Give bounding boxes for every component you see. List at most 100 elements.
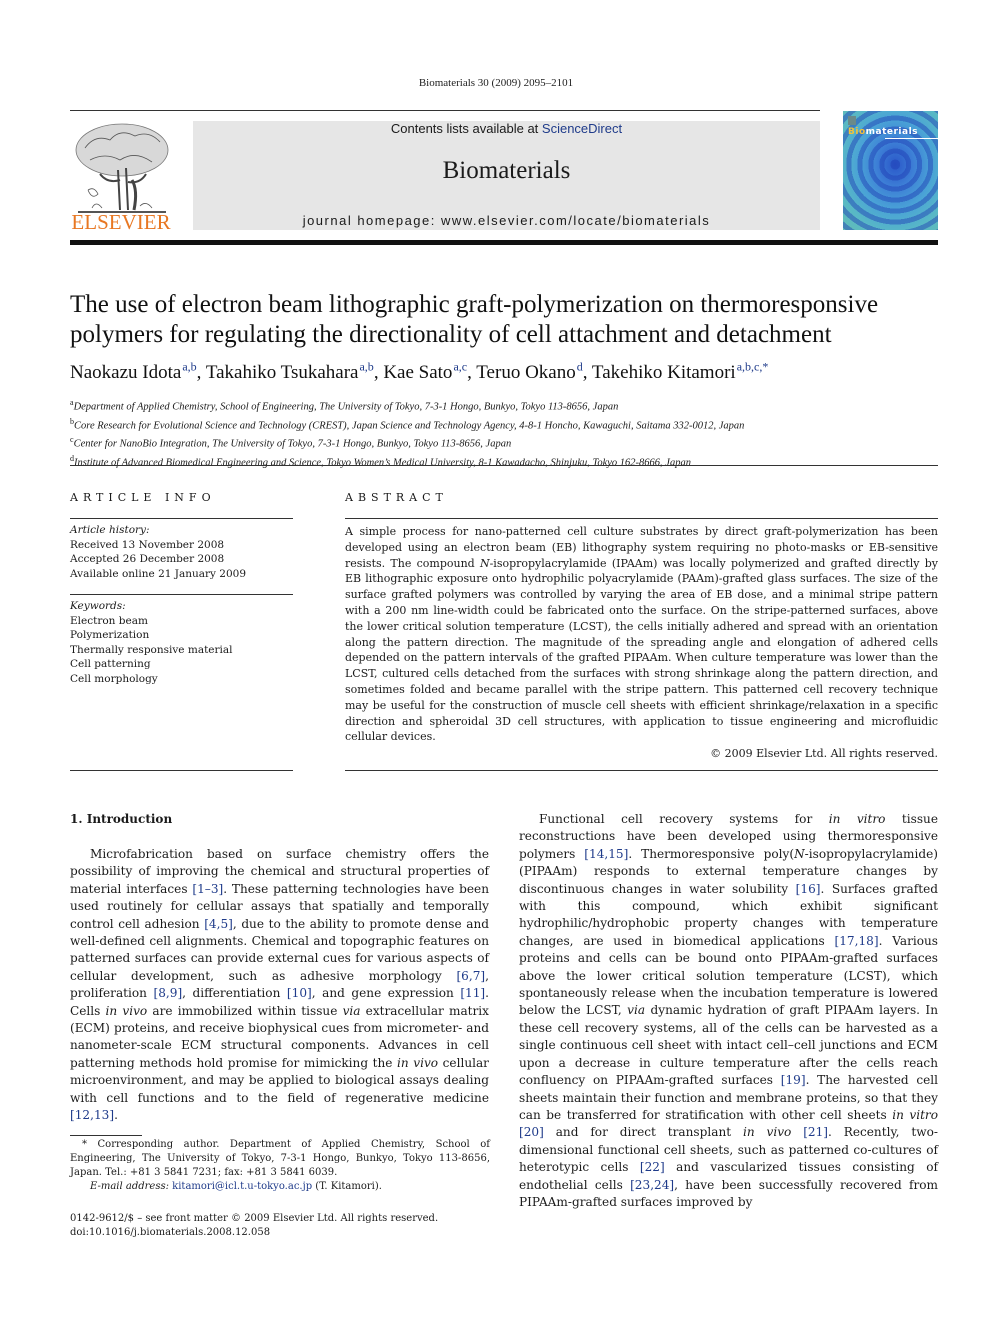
email-label: E-mail address: <box>90 1181 169 1192</box>
body-text: , and gene expression <box>311 986 461 1001</box>
journal-name: Biomaterials <box>442 157 571 184</box>
keyword: Cell morphology <box>70 672 158 685</box>
italic-text: in vivo <box>742 1125 792 1140</box>
abstract-part: -isopropylacrylamide (IPAAm) was locally… <box>345 556 939 744</box>
email-line: E-mail address: kitamori@icl.t.u-tokyo.a… <box>70 1180 490 1194</box>
running-head: Biomaterials 30 (2009) 2095–2101 <box>418 77 574 89</box>
abstract-heading: ABSTRACT <box>345 491 448 504</box>
body-text: are immobilized within tissue <box>147 1003 343 1018</box>
contents-line: Contents lists available at ScienceDirec… <box>193 121 820 137</box>
footnote-rule <box>70 1135 142 1136</box>
author[interactable]: Takahiko Tsukahara <box>206 362 359 383</box>
citation-link[interactable]: [20] <box>519 1125 544 1139</box>
author[interactable]: Teruo Okano <box>476 362 575 383</box>
body-text: . Thermoresponsive poly( <box>628 846 795 861</box>
citation-link[interactable]: [23,24] <box>630 1178 674 1192</box>
keywords-label: Keywords: <box>70 600 126 612</box>
author[interactable]: Naokazu Idota <box>70 362 181 383</box>
abstract-bottom-rule <box>345 770 938 771</box>
corresponding-author-text: * Corresponding author. Department of Ap… <box>70 1139 490 1178</box>
cover-title-rest: materials <box>865 127 919 137</box>
italic-text: in vitro <box>892 1107 938 1122</box>
affiliation-text: Core Research for Evolutional Science an… <box>74 420 745 431</box>
author-affiliation-marks[interactable]: a,c <box>453 360 467 374</box>
citation-link[interactable]: [16] <box>796 882 821 896</box>
keywords-rule <box>70 594 293 595</box>
cover-rule <box>885 138 938 139</box>
author-affiliation-marks[interactable]: a,b <box>182 360 196 374</box>
citation-link[interactable]: [11] <box>460 986 485 1000</box>
history-entry: Accepted 26 December 2008 <box>70 553 225 565</box>
section-heading-introduction: 1. Introduction <box>70 812 173 826</box>
history-entry: Available online 21 January 2009 <box>70 567 247 580</box>
italic-text: in vivo <box>397 1055 439 1070</box>
citation-link[interactable]: [21] <box>803 1125 828 1139</box>
affiliation-text: Center for NanoBio Integration, The Univ… <box>73 438 512 450</box>
affiliation-text: Department of Applied Chemistry, School … <box>73 401 619 413</box>
citation-link[interactable]: [12,13] <box>70 1108 114 1122</box>
article-info-rule <box>70 518 293 519</box>
doi-link[interactable]: doi:10.1016/j.biomaterials.2008.12.058 <box>70 1226 438 1240</box>
author-affiliation-marks[interactable]: d <box>577 360 583 374</box>
masthead-thick-rule <box>70 240 938 245</box>
citation-link[interactable]: [22] <box>640 1160 665 1174</box>
citation-link[interactable]: [6,7] <box>456 969 485 983</box>
email-suffix: (T. Kitamori). <box>312 1181 382 1192</box>
history-entry: Received 13 November 2008 <box>70 538 225 551</box>
intro-right-column: Functional cell recovery systems for in … <box>519 811 938 1211</box>
keyword: Cell patterning <box>70 658 151 670</box>
journal-cover-image: Biomaterials <box>843 111 938 230</box>
citation-link[interactable]: [14,15] <box>584 847 628 861</box>
affiliation: cCenter for NanoBio Integration, The Uni… <box>70 433 744 452</box>
keywords: Keywords: Electron beam Polymerization T… <box>70 599 233 686</box>
abstract-text: A simple process for nano-patterned cell… <box>345 524 938 745</box>
article-history-label: Article history: <box>70 524 150 536</box>
intro-paragraph: Functional cell recovery systems for in … <box>519 811 938 1211</box>
italic-text: N <box>794 846 805 861</box>
article-history: Article history: Received 13 November 20… <box>70 523 246 581</box>
email-link[interactable]: kitamori@icl.t.u-tokyo.ac.jp <box>172 1181 312 1192</box>
article-title: The use of electron beam lithographic gr… <box>70 291 879 348</box>
abstract-italic: N <box>479 556 490 570</box>
keyword: Polymerization <box>70 629 150 641</box>
italic-text: in vivo <box>105 1003 148 1018</box>
intro-left-column: Microfabrication based on surface chemis… <box>70 846 489 1125</box>
author[interactable]: Kae Sato <box>383 362 452 383</box>
body-text: . <box>114 1108 118 1123</box>
elsevier-wordmark: ELSEVIER <box>71 210 171 234</box>
header-rule <box>70 110 820 111</box>
author-affiliation-marks[interactable]: a,b <box>359 360 373 374</box>
body-text: Functional cell recovery systems for <box>539 812 829 826</box>
citation-link[interactable]: [1–3] <box>192 882 223 896</box>
citation-link[interactable]: [10] <box>287 986 312 1000</box>
citation-link[interactable]: [8,9] <box>154 986 183 1000</box>
affiliations-rule <box>70 465 938 466</box>
author[interactable]: Takehiko Kitamori <box>592 362 736 383</box>
journal-masthead: Contents lists available at ScienceDirec… <box>193 121 820 230</box>
cover-emblem-icon <box>848 116 856 125</box>
citation-link[interactable]: [17,18] <box>835 934 879 948</box>
author-list: Naokazu Idota a,b, Takahiko Tsukahara a,… <box>70 359 769 383</box>
abstract-copyright: © 2009 Elsevier Ltd. All rights reserved… <box>710 747 938 760</box>
citation-link[interactable]: [4,5] <box>204 917 233 931</box>
body-text <box>791 1125 803 1139</box>
affiliation: dInstitute of Advanced Biomedical Engine… <box>70 452 744 471</box>
cover-title: Biomaterials <box>848 127 918 137</box>
italic-text: via <box>342 1003 361 1018</box>
italic-text: via <box>627 1003 646 1018</box>
cover-title-accent: Bio <box>848 127 866 137</box>
contents-prefix: Contents lists available at <box>390 121 542 136</box>
author-affiliation-marks[interactable]: a,b,c,* <box>737 360 769 374</box>
front-matter: 0142-9612/$ – see front matter © 2009 El… <box>70 1212 438 1240</box>
article-info-heading: ARTICLE INFO <box>70 491 216 504</box>
affiliation-text: Institute of Advanced Biomedical Enginee… <box>74 457 691 468</box>
affiliation: bCore Research for Evolutional Science a… <box>70 415 744 434</box>
body-text: and for direct transplant <box>543 1125 743 1140</box>
front-matter-text: 0142-9612/$ – see front matter © 2009 El… <box>70 1213 439 1224</box>
journal-homepage-link[interactable]: journal homepage: www.elsevier.com/locat… <box>193 213 820 228</box>
intro-paragraph: Microfabrication based on surface chemis… <box>70 846 489 1125</box>
corresponding-author-footnote: * Corresponding author. Department of Ap… <box>70 1138 490 1194</box>
italic-text: in vitro <box>828 812 886 826</box>
sciencedirect-link[interactable]: ScienceDirect <box>542 121 622 136</box>
citation-link[interactable]: [19] <box>781 1073 806 1087</box>
